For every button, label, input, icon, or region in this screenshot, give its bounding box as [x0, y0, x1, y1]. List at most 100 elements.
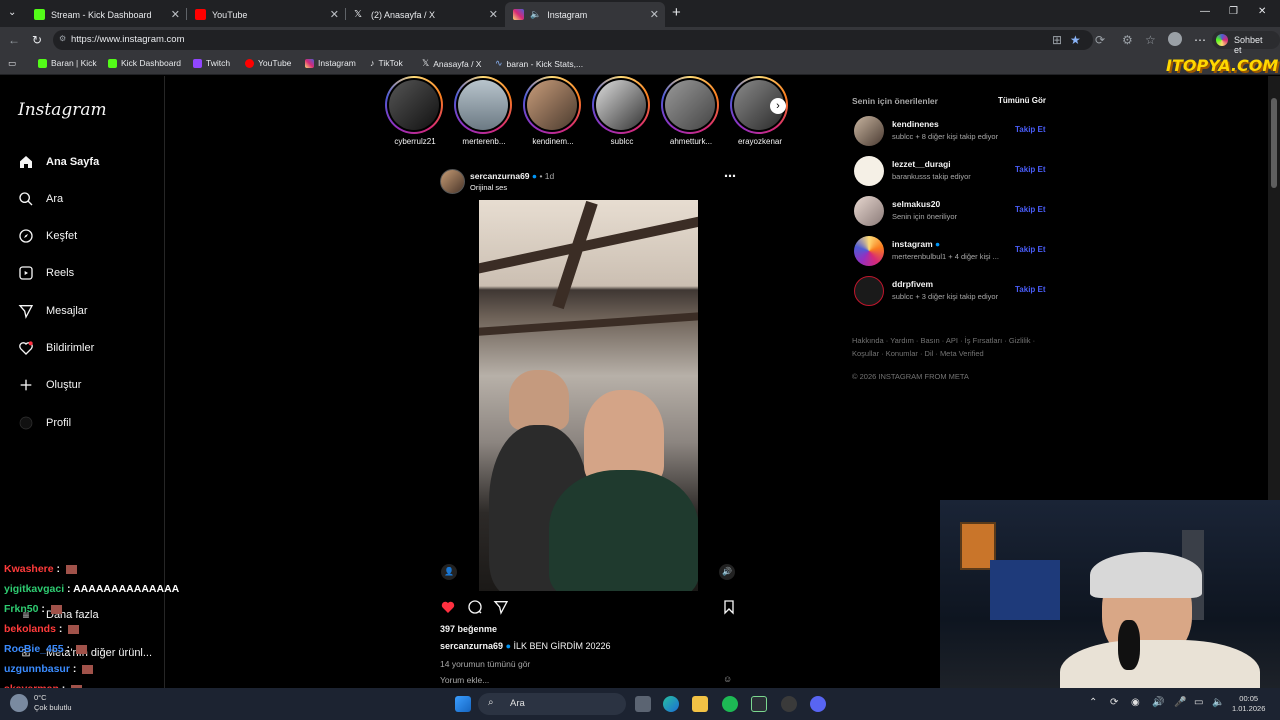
edge-icon[interactable]: [663, 696, 679, 712]
site-info-icon[interactable]: ⚙: [59, 34, 66, 43]
like-heart-icon[interactable]: [440, 599, 456, 615]
tab-instagram[interactable]: 🔈 Instagram ✕: [505, 2, 665, 27]
menu-dots-icon[interactable]: ⋯: [1194, 33, 1206, 47]
profile-avatar-icon[interactable]: [1168, 32, 1182, 46]
follow-button[interactable]: Takip Et: [1015, 165, 1046, 174]
performance-icon[interactable]: ⚙: [1122, 33, 1133, 47]
tray-app-icon[interactable]: ◉: [1131, 697, 1140, 708]
close-icon[interactable]: ✕: [489, 8, 498, 21]
follow-button[interactable]: Takip Et: [1015, 125, 1046, 134]
sync-icon[interactable]: ⟳: [1110, 697, 1118, 708]
nav-search[interactable]: Ara: [18, 191, 63, 207]
close-window-icon[interactable]: ✕: [1258, 6, 1266, 17]
nav-profile[interactable]: Profil: [18, 415, 71, 431]
avatar[interactable]: [854, 116, 884, 146]
instagram-logo[interactable]: Instagram: [18, 100, 107, 120]
close-icon[interactable]: ✕: [171, 8, 180, 21]
tab-list-chevron-icon[interactable]: ⌄: [8, 7, 16, 18]
post-audio[interactable]: Orijinal ses: [470, 183, 507, 192]
discord-icon[interactable]: [810, 696, 826, 712]
close-icon[interactable]: ✕: [330, 8, 339, 21]
more-options-icon[interactable]: ⋯: [724, 169, 736, 183]
url-field[interactable]: ⚙ https://www.instagram.com: [53, 30, 1093, 50]
post-likes[interactable]: 397 beğenme: [440, 624, 497, 634]
follow-button[interactable]: Takip Et: [1015, 205, 1046, 214]
share-icon[interactable]: [493, 599, 509, 615]
instagram-icon[interactable]: [854, 236, 884, 266]
bookmark-item[interactable]: ∿ baran - Kick Stats,...: [495, 58, 583, 69]
bookmark-item[interactable]: Baran | Kick: [38, 58, 97, 68]
footer-links[interactable]: Hakkında · Yardım · Basın · API · İş Fır…: [852, 334, 1047, 360]
story-item[interactable]: kendinem...: [523, 76, 583, 146]
stories-next-icon[interactable]: ›: [770, 98, 786, 114]
see-all-link[interactable]: Tümünü Gör: [998, 96, 1046, 105]
extensions-icon[interactable]: ⟳: [1095, 33, 1105, 47]
post-username[interactable]: sercanzurna69: [470, 171, 530, 181]
story-item[interactable]: ahmetturk...: [661, 76, 721, 146]
follow-button[interactable]: Takip Et: [1015, 245, 1046, 254]
nav-create[interactable]: Oluştur: [18, 377, 81, 393]
avatar[interactable]: [854, 276, 884, 306]
new-tab-button[interactable]: +: [672, 4, 681, 21]
weather-widget[interactable]: 0°C Çok bulutlu: [34, 693, 72, 713]
nav-notifications[interactable]: Bildirimler: [18, 340, 94, 356]
view-comments-link[interactable]: 14 yorumun tümünü gör: [440, 659, 530, 669]
follow-button[interactable]: Takip Et: [1015, 285, 1046, 294]
taskbar-clock[interactable]: 00:05 1.01.2026: [1232, 694, 1265, 714]
tab-youtube[interactable]: YouTube ✕: [187, 2, 345, 27]
favorite-star-icon[interactable]: ★: [1070, 33, 1081, 47]
emoji-icon[interactable]: ☺: [723, 674, 732, 684]
volume-icon[interactable]: 🔊: [1152, 697, 1164, 708]
nav-reels[interactable]: Reels: [18, 265, 74, 281]
story-item[interactable]: sublcc: [592, 76, 652, 146]
comment-icon[interactable]: [467, 599, 483, 615]
caption-username[interactable]: sercanzurna69: [440, 641, 503, 651]
post-video[interactable]: 👤 🔊: [433, 200, 744, 591]
suggestion-username[interactable]: instagram: [892, 239, 933, 249]
nav-explore[interactable]: Keşfet: [18, 228, 77, 244]
mute-icon[interactable]: 🔊: [719, 564, 735, 580]
tray-chevron-icon[interactable]: ⌃: [1089, 697, 1097, 708]
nav-home[interactable]: Ana Sayfa: [18, 154, 99, 170]
suggestion-username[interactable]: ddrpfivem: [892, 279, 933, 289]
weather-icon[interactable]: [10, 694, 28, 712]
tab-x[interactable]: 𝕏 (2) Anasayfa / X ✕: [346, 2, 504, 27]
bookmark-item[interactable]: Twitch: [193, 58, 230, 68]
apps-icon[interactable]: ⊞: [1052, 33, 1062, 47]
chat-button[interactable]: Sohbet et: [1212, 31, 1280, 55]
story-item[interactable]: cyberrulz21: [385, 76, 445, 146]
suggestion-username[interactable]: kendinenes: [892, 119, 939, 129]
close-icon[interactable]: ✕: [650, 8, 659, 21]
display-icon[interactable]: ▭: [1194, 697, 1203, 708]
sidebar-toggle-icon[interactable]: ▭: [8, 58, 16, 69]
microphone-icon[interactable]: 🎤: [1174, 697, 1186, 708]
comment-input[interactable]: Yorum ekle...: [440, 675, 489, 685]
save-bookmark-icon[interactable]: [721, 599, 737, 615]
spotify-icon[interactable]: [722, 696, 738, 712]
avatar[interactable]: [854, 156, 884, 186]
suggestion-username[interactable]: lezzet__duragi: [892, 159, 951, 169]
reload-icon[interactable]: ↻: [32, 33, 42, 47]
app-icon[interactable]: [751, 696, 767, 712]
speaker-icon[interactable]: 🔈: [1212, 697, 1224, 708]
task-view-icon[interactable]: [635, 696, 651, 712]
post-avatar[interactable]: [440, 169, 465, 194]
suggestion-username[interactable]: selmakus20: [892, 199, 940, 209]
speaker-icon[interactable]: 🔈: [530, 9, 541, 20]
back-icon[interactable]: ←: [8, 33, 20, 47]
bookmark-item[interactable]: 𝕏 Anasayfa / X: [422, 58, 481, 69]
obs-icon[interactable]: [781, 696, 797, 712]
file-explorer-icon[interactable]: [692, 696, 708, 712]
taskbar-search[interactable]: ⌕ Ara: [478, 693, 626, 715]
bookmark-item[interactable]: Instagram: [305, 58, 356, 68]
bookmark-item[interactable]: Kick Dashboard: [108, 58, 181, 68]
avatar[interactable]: [854, 196, 884, 226]
tagged-user-icon[interactable]: 👤: [441, 564, 457, 580]
bookmark-item[interactable]: ♪ TikTok: [370, 58, 403, 68]
story-item[interactable]: merterenb...: [454, 76, 514, 146]
favorites-icon[interactable]: ☆: [1145, 33, 1156, 47]
bookmark-item[interactable]: YouTube: [245, 58, 291, 68]
windows-start-icon[interactable]: [455, 696, 471, 712]
maximize-icon[interactable]: ❐: [1229, 6, 1238, 17]
scrollbar-thumb[interactable]: [1271, 98, 1277, 188]
